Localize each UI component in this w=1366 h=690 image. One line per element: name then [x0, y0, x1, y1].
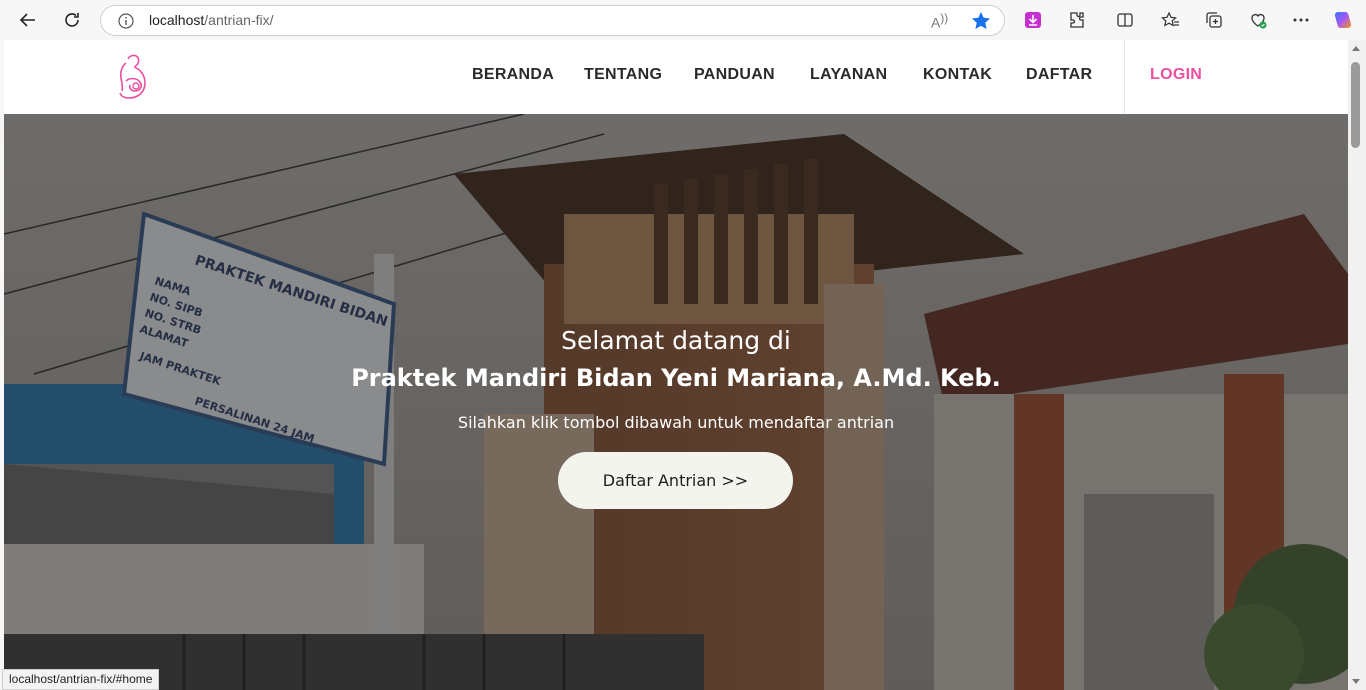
download-extension-icon[interactable]	[1021, 8, 1045, 32]
hero-subtitle: Silahkan klik tombol dibawah untuk menda…	[457, 413, 895, 432]
nav-login[interactable]: LOGIN	[1150, 66, 1202, 84]
nav-tentang[interactable]: TENTANG	[584, 66, 662, 84]
favorite-star-icon[interactable]	[970, 10, 992, 32]
address-bar[interactable]: localhost/antrian-fix/ A))	[100, 5, 1005, 36]
url-path: /antrian-fix/	[204, 12, 274, 28]
info-icon[interactable]	[117, 12, 135, 30]
scroll-down-arrow-icon[interactable]	[1352, 679, 1360, 684]
link-status-bar: localhost/antrian-fix/#home	[2, 669, 160, 690]
browser-toolbar: localhost/antrian-fix/ A))	[0, 0, 1366, 40]
performance-icon[interactable]	[1246, 8, 1270, 32]
read-aloud-label: A	[931, 14, 941, 31]
hero-section: PRAKTEK MANDIRI BIDAN NAMA NO. SIPB NO. …	[4, 114, 1348, 690]
web-page: BERANDA TENTANG PANDUAN LAYANAN KONTAK D…	[4, 40, 1348, 690]
hero-welcome-text: Selamat datang di	[561, 326, 791, 355]
url-host: localhost	[149, 12, 205, 28]
daftar-antrian-button[interactable]: Daftar Antrian >>	[558, 452, 793, 509]
nav-daftar[interactable]: DAFTAR	[1026, 66, 1092, 84]
mother-baby-logo-icon[interactable]	[112, 51, 156, 105]
read-aloud-icon[interactable]: A))	[931, 12, 948, 31]
nav-layanan[interactable]: LAYANAN	[810, 66, 887, 84]
scroll-up-arrow-icon[interactable]	[1352, 46, 1360, 51]
navbar-divider	[1124, 40, 1125, 114]
nav-beranda[interactable]: BERANDA	[472, 66, 554, 84]
hero-title: Praktek Mandiri Bidan Yeni Mariana, A.Md…	[351, 364, 1001, 392]
favorites-icon[interactable]	[1158, 8, 1182, 32]
hero-dark-overlay	[4, 114, 1348, 690]
site-navbar: BERANDA TENTANG PANDUAN LAYANAN KONTAK D…	[4, 40, 1348, 114]
nav-kontak[interactable]: KONTAK	[923, 66, 992, 84]
back-arrow-icon[interactable]	[14, 6, 42, 34]
refresh-icon[interactable]	[58, 6, 86, 34]
extensions-icon[interactable]	[1065, 8, 1089, 32]
nav-panduan[interactable]: PANDUAN	[694, 66, 775, 84]
scrollbar-thumb[interactable]	[1351, 62, 1360, 148]
split-screen-icon[interactable]	[1113, 8, 1137, 32]
copilot-icon[interactable]	[1331, 8, 1355, 32]
more-icon[interactable]	[1289, 8, 1313, 32]
collections-icon[interactable]	[1202, 8, 1226, 32]
page-scrollbar[interactable]	[1348, 40, 1366, 690]
url-text[interactable]: localhost/antrian-fix/	[149, 12, 274, 28]
